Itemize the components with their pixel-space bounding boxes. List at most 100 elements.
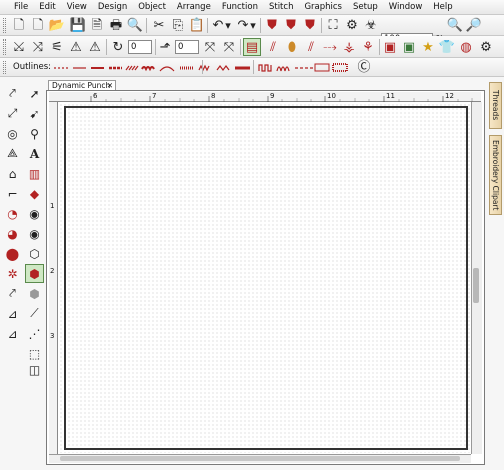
menu-file[interactable]: File [14, 2, 28, 12]
menu-setup[interactable]: Setup [353, 2, 378, 12]
pattern-circle-icon[interactable]: ◉ [25, 224, 44, 243]
menu-edit[interactable]: Edit [39, 2, 55, 12]
zoom-out-icon[interactable]: 🔎 [465, 16, 483, 34]
stitch-player-icon[interactable]: ⛊ [282, 16, 300, 34]
cut-icon[interactable]: ✂ [150, 16, 168, 34]
needle-icon[interactable]: ⟋ [25, 304, 44, 323]
layer-box-icon[interactable]: ◫ [25, 360, 44, 379]
triangle-tool-icon[interactable]: ⊿ [3, 304, 22, 323]
sequin-icon[interactable]: ◍ [457, 38, 475, 56]
photo-stitch-icon[interactable]: ▣ [400, 38, 418, 56]
threads-panel-tab[interactable]: Threads [489, 82, 502, 129]
outlines-toolbar: Outlines: Ⓒ [0, 58, 504, 77]
threads-tab-label: Threads [491, 90, 500, 121]
applique-icon[interactable]: 👕 [438, 38, 456, 56]
hexagon-icon[interactable]: ⬡ [25, 244, 44, 263]
ripple-icon[interactable]: ⫽ [302, 38, 320, 56]
flip-icon[interactable]: ⚟ [48, 38, 66, 56]
line-tool-icon[interactable]: ⤢ [3, 104, 22, 123]
satin-icon[interactable]: ⫽ [264, 38, 282, 56]
hexagon-grey-icon[interactable]: ⬢ [25, 284, 44, 303]
reshape-icon[interactable]: ➹ [25, 104, 44, 123]
outline-options-icon[interactable]: Ⓒ [355, 58, 373, 76]
new-document-icon[interactable]: 🗋 [10, 16, 28, 34]
vertical-scroll-thumb[interactable] [473, 268, 479, 303]
menu-window[interactable]: Window [389, 2, 423, 12]
wheel-icon[interactable]: ✲ [3, 264, 22, 283]
save-icon[interactable]: 💾 [69, 16, 87, 34]
menu-stitch[interactable]: Stitch [269, 2, 293, 12]
new-from-template-icon[interactable]: 🗋 [29, 16, 47, 34]
zoom-in-icon[interactable]: 🔍 [446, 16, 464, 34]
ring-icon[interactable]: ◎ [3, 124, 22, 143]
leaf-icon[interactable]: ⬮ [283, 38, 301, 56]
open-circle-icon[interactable]: ◔ [3, 204, 22, 223]
undo-dropdown-icon[interactable]: ▾ [224, 16, 232, 34]
slant-icon[interactable]: ⬏ [156, 38, 174, 56]
menu-design[interactable]: Design [98, 2, 127, 12]
hexagon-fill-icon[interactable]: ⬢ [25, 264, 44, 283]
menu-view[interactable]: View [67, 2, 87, 12]
skew-icon[interactable]: ⚠ [67, 38, 85, 56]
slant-value: 0 [178, 42, 184, 52]
hoop-view-icon[interactable]: ⛶ [324, 16, 342, 34]
menu-function[interactable]: Function [222, 2, 258, 12]
star-icon[interactable]: ★ [419, 38, 437, 56]
export-icon[interactable]: 🗎 [88, 16, 106, 34]
menu-graphics[interactable]: Graphics [304, 2, 342, 12]
copy-icon[interactable]: ⎘ [169, 16, 187, 34]
menu-help[interactable]: Help [433, 2, 452, 12]
dotted-line-icon[interactable]: ⋰ [25, 324, 44, 343]
rotation-field[interactable]: 0 [128, 40, 152, 54]
print-icon[interactable]: 🖶 [107, 16, 125, 34]
corner-icon[interactable]: ⌐ [3, 184, 22, 203]
text-tool-icon[interactable]: A [25, 144, 44, 163]
horizontal-scroll-thumb[interactable] [60, 456, 460, 461]
align-stitches-icon[interactable]: ⤧ [220, 38, 238, 56]
select-arrow-icon[interactable]: ➚ [25, 84, 44, 103]
redo-dropdown-icon[interactable]: ▾ [249, 16, 257, 34]
travel-icon[interactable]: ⛊ [301, 16, 319, 34]
toolbar-grip[interactable] [3, 61, 6, 74]
monogram-icon[interactable]: ☣ [362, 16, 380, 34]
toolbar-grip[interactable] [3, 18, 6, 33]
cross-stitch-icon[interactable]: ⚘ [359, 38, 377, 56]
run-stitch-icon[interactable]: ⤏ [321, 38, 339, 56]
lettering-icon[interactable]: ▥ [25, 164, 44, 183]
more-tools-icon[interactable]: ⚙ [477, 38, 495, 56]
slant-field[interactable]: 0 [175, 40, 199, 54]
menu-arrange[interactable]: Arrange [177, 2, 211, 12]
ruler-label: 1 [50, 202, 55, 210]
pie-icon[interactable]: ◕ [3, 224, 22, 243]
standard-toolbar: 🗋 🗋 📂 💾 🗎 🖶 🔍 ✂ ⎘ 📋 ↶ ▾ ↷ ▾ ⛊ ⛊ ⛊ ⛶ ⚙ ☣ … [0, 15, 504, 46]
dot-fill-icon[interactable]: ⬤ [3, 244, 22, 263]
vertical-ruler: 1 2 3 [49, 102, 58, 454]
mirror-icon[interactable]: ⤨ [29, 38, 47, 56]
magnify-icon[interactable]: ⚲ [25, 124, 44, 143]
menu-object[interactable]: Object [138, 2, 166, 12]
toolbar-grip[interactable] [3, 39, 6, 55]
knife-icon[interactable]: ⊿ [3, 324, 22, 343]
rotate-icon[interactable]: ↻ [109, 38, 127, 56]
rotation-value: 0 [131, 42, 137, 52]
point-icon[interactable]: ◉ [25, 204, 44, 223]
stitch-fill-icon[interactable]: ▤ [243, 38, 261, 56]
open-folder-icon[interactable]: 📂 [48, 16, 66, 34]
paste-icon[interactable]: 📋 [188, 16, 206, 34]
document-tab-title: Dynamic Punch [52, 81, 111, 90]
diamond-fill-icon[interactable]: ◆ [25, 184, 44, 203]
house-shape-icon[interactable]: ⌂ [3, 164, 22, 183]
rotate-skew-icon[interactable]: ⚠ [86, 38, 104, 56]
hoop-icon[interactable]: ⛊ [263, 16, 281, 34]
machine-icon[interactable]: ⚙ [343, 16, 361, 34]
outlines-label: Outlines: [13, 62, 52, 72]
align-icon[interactable]: ⤩ [10, 38, 28, 56]
motif-icon[interactable]: ⚶ [340, 38, 358, 56]
picture-icon[interactable]: ▣ [381, 38, 399, 56]
arrange-icon[interactable]: ⤧ [201, 38, 219, 56]
node-edit-icon[interactable]: ⤤ [3, 284, 22, 303]
print-preview-icon[interactable]: 🔍 [126, 16, 144, 34]
clipart-panel-tab[interactable]: Embroidery Clipart [489, 135, 502, 215]
polyline-icon[interactable]: ⤤ [3, 84, 22, 103]
shape-tool-icon[interactable]: ⟁ [3, 144, 22, 163]
